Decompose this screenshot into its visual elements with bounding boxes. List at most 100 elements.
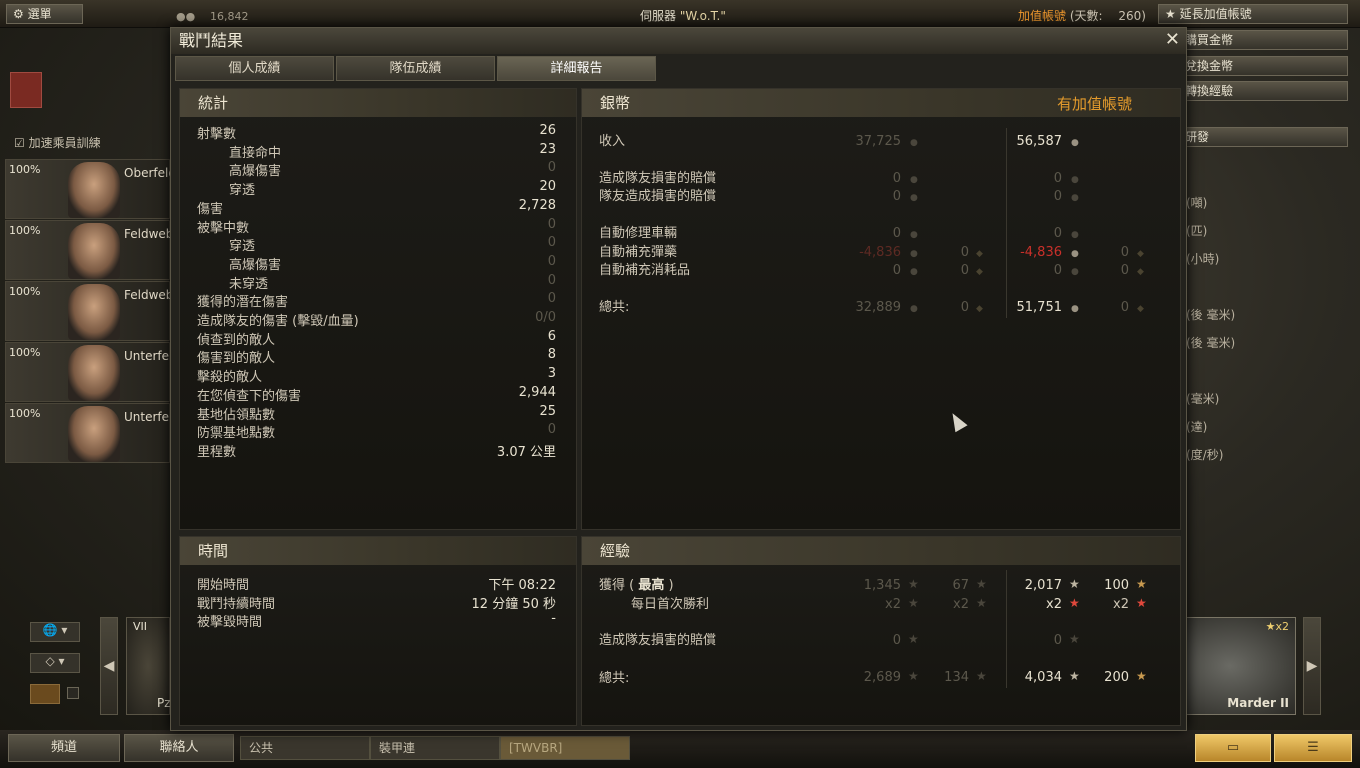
tank-card-left[interactable]: VII Pz	[126, 617, 171, 715]
server-info: 伺服器 "W.o.T."	[640, 7, 726, 24]
crew-name: Feldweb	[124, 227, 170, 241]
consumables-prem: 0	[1053, 263, 1062, 278]
gold-icon: ◆	[976, 267, 983, 277]
spec-label: (後 毫米)	[1186, 308, 1236, 322]
earned-label-text: 獲得 (	[599, 578, 635, 593]
close-icon[interactable]: ✕	[1165, 30, 1180, 50]
tab-personal[interactable]: 個人成績	[175, 56, 334, 81]
contacts-button[interactable]: 聯絡人	[124, 734, 234, 762]
chat-button[interactable]: ▭	[1195, 734, 1271, 762]
team-comp-base: 0	[892, 189, 901, 204]
consumables-prem-gold: 0	[1120, 263, 1129, 278]
nation-filter[interactable]: 🌐 ▾	[30, 622, 80, 642]
stat-label: 里程數	[197, 445, 237, 460]
crew-slot-5[interactable]: 100% Unterfel	[5, 403, 170, 463]
xp-total-prem-free: 200	[1104, 670, 1129, 685]
repair-prem: 0	[1053, 226, 1062, 241]
stat-value: 0	[547, 254, 556, 269]
chat-tab-company[interactable]: 裝甲連	[370, 736, 500, 760]
crew-pct: 100%	[9, 346, 41, 359]
daily-prem-free: x2	[1113, 597, 1129, 612]
stat-label: 傷害到的敵人	[197, 351, 276, 366]
spec-label: (達)	[1186, 420, 1208, 434]
ammo-label: 自動補充彈藥	[599, 245, 678, 260]
type-filter[interactable]: ◇ ▾	[30, 653, 80, 673]
premium-column-header: 有加值帳號	[1057, 95, 1133, 113]
credit-icon: ●	[1071, 193, 1079, 203]
tab-detailed[interactable]: 詳細報告	[497, 56, 656, 81]
stat-label: 防禦基地點數	[197, 426, 276, 441]
free-xp-star-icon: ★	[976, 596, 987, 610]
stat-value: 0	[547, 217, 556, 232]
buy-gold-label: 購買金幣	[1185, 33, 1234, 47]
ammo-prem: -4,836	[1020, 245, 1062, 260]
crew-slot-2[interactable]: 100% Feldweb	[5, 220, 170, 280]
daily-base-free: x2	[953, 597, 969, 612]
dialog-title: 戰鬥結果	[171, 28, 1186, 54]
daily-base: x2	[885, 597, 901, 612]
exchange-gold-label: 兌換金幣	[1185, 59, 1234, 73]
crew-pct: 100%	[9, 407, 41, 420]
x2-label: x2	[1275, 620, 1289, 633]
spec-label: (噸)	[1186, 196, 1208, 210]
income-label: 收入	[599, 134, 626, 149]
stat-label: 偵查到的敵人	[197, 333, 276, 348]
stat-label: 擊殺的敵人	[197, 370, 263, 385]
server-name: "W.o.T."	[679, 9, 726, 23]
stat-value: 20	[539, 179, 556, 194]
stat-value: 0	[547, 291, 556, 306]
carousel-right-arrow[interactable]: ▶	[1303, 617, 1321, 715]
credit-icon: ●	[910, 193, 918, 203]
crew-pct: 100%	[9, 224, 41, 237]
crew-slot-4[interactable]: 100% Unterfel	[5, 342, 170, 402]
chat-tab-public[interactable]: 公共	[240, 736, 370, 760]
notifications-button[interactable]: ☰	[1274, 734, 1352, 762]
ammo-base-gold: 0	[960, 245, 969, 260]
tutorial-icon[interactable]	[10, 72, 42, 108]
chat-tab-clan[interactable]: [TWVBR]	[500, 736, 630, 760]
column-divider	[1006, 128, 1007, 318]
menu-button[interactable]: ⚙ 選單	[6, 4, 83, 24]
stat-label: 造成隊友的傷害 (擊毀/血量)	[197, 314, 359, 329]
research-button[interactable]: 研發	[1178, 127, 1348, 147]
premium-star-icon: ★	[1165, 7, 1176, 21]
crew-slot-1[interactable]: 100% Oberfeld	[5, 159, 170, 219]
stat-value: 0	[547, 422, 556, 437]
crew-slot-3[interactable]: 100% Feldweb	[5, 281, 170, 341]
channels-button[interactable]: 頻道	[8, 734, 120, 762]
tank-tier: VII	[133, 620, 148, 633]
tk-comp-label: 造成隊友損害的賠償	[599, 171, 717, 186]
tk-comp-prem: 0	[1053, 171, 1062, 186]
tank-card-marder[interactable]: ★x2 Marder II	[1186, 617, 1296, 715]
credit-icon: ●	[910, 304, 918, 314]
crew-name: Unterfel	[124, 349, 170, 363]
carousel-left-arrow[interactable]: ◀	[100, 617, 118, 715]
crew-pct: 100%	[9, 285, 41, 298]
xp-tk-prem: 0	[1053, 633, 1062, 648]
exchange-gold-button[interactable]: 兌換金幣	[1178, 56, 1348, 76]
extend-premium-button[interactable]: ★ 延長加值帳號	[1158, 4, 1348, 24]
credit-icon: ●	[910, 175, 918, 185]
tank-left-name: Pz	[157, 696, 171, 710]
destroyed-value: -	[551, 611, 556, 626]
training-toggle[interactable]: ☑ 加速乘員訓練	[14, 134, 101, 151]
xp-star-icon: ★	[908, 577, 919, 591]
days-label: (天數:	[1069, 9, 1103, 23]
premium-filter[interactable]	[30, 684, 60, 704]
crew-portrait	[68, 162, 120, 218]
convert-xp-button[interactable]: 轉換經驗	[1178, 81, 1348, 101]
team-comp-label: 隊友造成損害的賠償	[599, 189, 717, 204]
credit-icon: ●	[910, 138, 918, 148]
xp-earned-base: 1,345	[863, 578, 901, 593]
stat-value: 3	[547, 366, 556, 381]
xp-earned-prem: 2,017	[1024, 578, 1062, 593]
xp-star-icon: ★	[908, 669, 919, 683]
gold-icon: ◆	[976, 249, 983, 259]
duration-value: 12 分鐘 50 秒	[471, 597, 556, 612]
research-label: 研發	[1185, 130, 1210, 144]
buy-gold-button[interactable]: 購買金幣	[1178, 30, 1348, 50]
filter-checkbox[interactable]	[67, 687, 79, 699]
tab-team[interactable]: 隊伍成績	[336, 56, 495, 81]
crew-name: Oberfeld	[124, 166, 170, 180]
premium-label: 加值帳號	[1018, 9, 1067, 23]
